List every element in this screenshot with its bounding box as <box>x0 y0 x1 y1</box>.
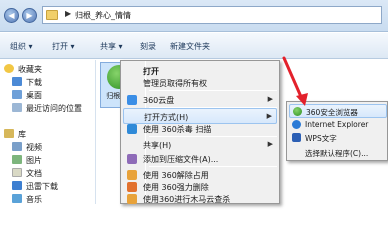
chevron-right-icon: ▶ <box>266 112 272 120</box>
sidebar-item-label: 最近访问的位置 <box>26 104 82 113</box>
breadcrumb[interactable]: 归根_养心_情情 <box>75 10 131 21</box>
recent-places-icon <box>12 103 22 112</box>
address-bar-area: ◀ ▶ ▶ 归根_养心_情情 <box>0 0 388 32</box>
address-bar[interactable]: ▶ 归根_养心_情情 <box>42 6 382 24</box>
open-button[interactable]: 打开 ▾ <box>52 41 75 52</box>
document-icon <box>12 168 22 177</box>
menu-item-label: 管理员取得所有权 <box>143 79 207 88</box>
desktop-icon <box>12 90 22 99</box>
cloud-icon <box>127 95 137 105</box>
menu-item-label: 添加到压缩文件(A)... <box>143 155 219 164</box>
submenu-item-label: 360安全浏览器 <box>306 108 358 117</box>
sidebar-item-label: 文档 <box>26 169 42 178</box>
sidebar-item-label: 图片 <box>26 156 42 165</box>
sidebar-item-desktop[interactable]: 桌面 <box>12 90 42 102</box>
wps-writer-icon <box>292 133 301 142</box>
360-browser-icon <box>293 107 302 116</box>
menu-separator <box>149 90 277 91</box>
picture-icon <box>12 155 22 164</box>
menu-item-take-ownership[interactable]: 管理员取得所有权 <box>123 75 277 91</box>
menu-item-360-cloud-scan[interactable]: 使用360进行木马云查杀 <box>123 191 277 207</box>
menu-item-label: 360云盘 <box>143 96 175 105</box>
forward-button[interactable]: ▶ <box>22 8 37 23</box>
menu-item-label: 使用 360杀毒 扫描 <box>143 125 212 134</box>
submenu-item-label: WPS文字 <box>305 134 337 143</box>
star-icon <box>4 64 14 73</box>
submenu-item-360-browser[interactable]: 360安全浏览器 <box>289 104 387 118</box>
thunder-download-icon <box>12 181 22 190</box>
sidebar-item-label: 收藏夹 <box>18 65 42 74</box>
menu-item-label: 使用360进行木马云查杀 <box>143 195 231 204</box>
folder-icon <box>46 10 58 20</box>
trojan-scan-icon <box>127 194 137 204</box>
new-folder-button[interactable]: 新建文件夹 <box>170 41 210 52</box>
sidebar-item-label: 视频 <box>26 143 42 152</box>
sidebar-item-downloads[interactable]: 下载 <box>12 77 42 89</box>
context-menu: 打开 管理员取得所有权 360云盘 ▶ 打开方式(H) ▶ 使用 360杀毒 扫… <box>120 60 280 204</box>
chevron-right-icon: ▶ <box>267 95 273 103</box>
menu-item-360-cloud[interactable]: 360云盘 ▶ <box>123 92 277 108</box>
back-button[interactable]: ◀ <box>4 8 19 23</box>
sidebar-item-pictures[interactable]: 图片 <box>12 155 42 167</box>
download-folder-icon <box>12 77 22 86</box>
navigation-pane: 收藏夹 下载 桌面 最近访问的位置 库 视频 图片 文档 迅雷下载 音乐 <box>0 60 96 204</box>
share-button[interactable]: 共享 ▾ <box>100 41 123 52</box>
sidebar-item-music[interactable]: 音乐 <box>12 194 42 206</box>
menu-item-label: 共享(H) <box>143 141 172 150</box>
organize-button[interactable]: 组织 ▾ <box>10 41 33 52</box>
sidebar-item-thunder-downloads[interactable]: 迅雷下载 <box>12 181 58 193</box>
video-icon <box>12 142 22 151</box>
internet-explorer-icon <box>292 120 301 129</box>
chevron-right-icon: ▶ <box>267 140 273 148</box>
sidebar-item-videos[interactable]: 视频 <box>12 142 42 154</box>
sidebar-item-libraries[interactable]: 库 <box>4 129 26 141</box>
sidebar-item-label: 库 <box>18 130 26 139</box>
command-bar: 组织 ▾ 打开 ▾ 共享 ▾ 刻录 新建文件夹 <box>0 33 388 59</box>
sidebar-item-documents[interactable]: 文档 <box>12 168 42 180</box>
sidebar-item-label: 桌面 <box>26 91 42 100</box>
breadcrumb-separator[interactable]: ▶ <box>65 9 71 18</box>
sidebar-item-label: 迅雷下载 <box>26 182 58 191</box>
library-icon <box>4 129 14 138</box>
submenu-item-wps-writer[interactable]: WPS文字 <box>289 131 387 145</box>
sidebar-item-favorites[interactable]: 收藏夹 <box>4 64 42 76</box>
submenu-item-choose-default[interactable]: 选择默认程序(C)... <box>289 146 387 160</box>
sidebar-item-label: 音乐 <box>26 195 42 204</box>
submenu-item-label: 选择默认程序(C)... <box>305 149 369 158</box>
music-icon <box>12 194 22 203</box>
sidebar-item-recent[interactable]: 最近访问的位置 <box>12 103 82 115</box>
antivirus-icon <box>127 124 137 134</box>
burn-button[interactable]: 刻录 <box>140 41 156 52</box>
submenu-item-label: Internet Explorer <box>305 120 369 129</box>
archive-icon <box>127 154 137 164</box>
submenu-item-internet-explorer[interactable]: Internet Explorer <box>289 118 387 132</box>
open-with-submenu: 360安全浏览器 Internet Explorer WPS文字 选择默认程序(… <box>286 101 388 161</box>
menu-item-360-antivirus-scan[interactable]: 使用 360杀毒 扫描 <box>123 121 277 137</box>
sidebar-item-label: 下载 <box>26 78 42 87</box>
menu-item-add-to-archive[interactable]: 添加到压缩文件(A)... <box>123 151 277 167</box>
open-label: 打开 ▾ <box>52 42 75 51</box>
